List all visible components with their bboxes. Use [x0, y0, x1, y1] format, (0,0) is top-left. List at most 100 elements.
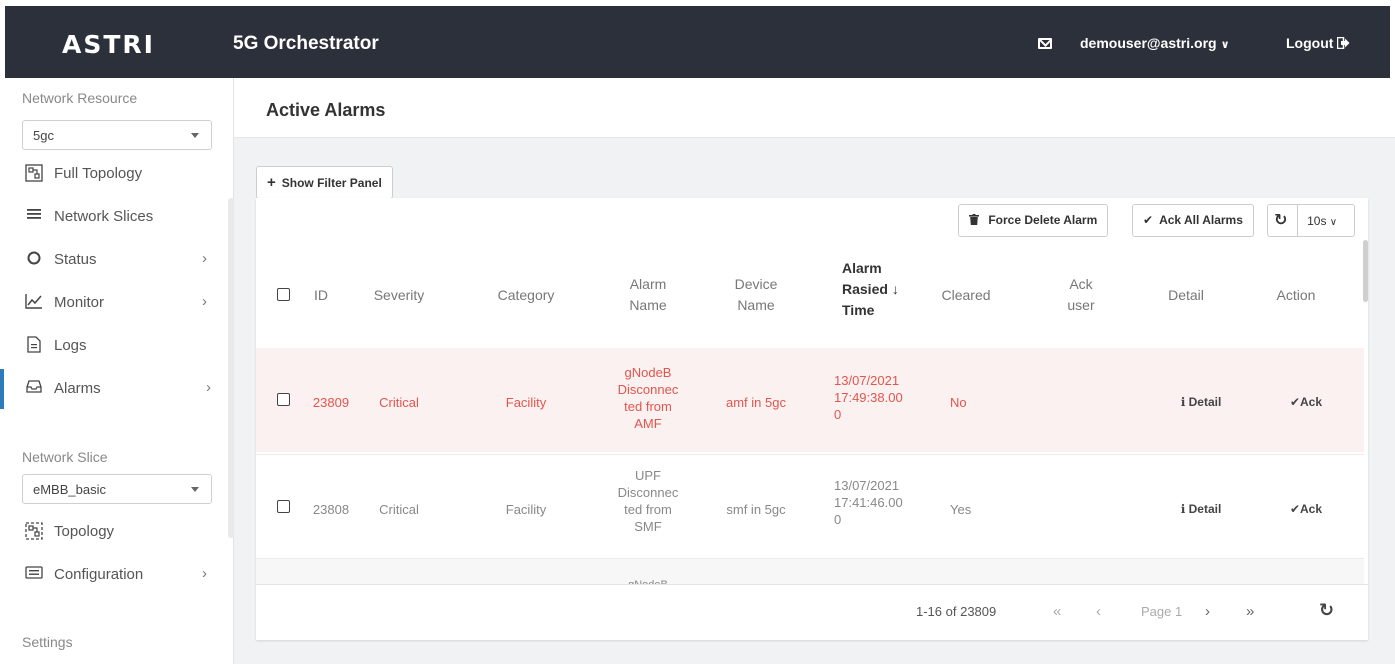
row-checkbox[interactable]	[277, 393, 290, 406]
sort-down-icon: ↓	[891, 281, 899, 297]
sidebar-item-alarms[interactable]: Alarms ›	[0, 369, 225, 409]
document-icon	[24, 336, 44, 356]
detail-button[interactable]: ℹ Detail	[1171, 501, 1231, 518]
chevron-right-icon: ›	[202, 293, 207, 310]
sidebar-item-configuration[interactable]: Configuration ›	[0, 555, 225, 595]
astri-logo[interactable]: ASTRI	[62, 30, 155, 59]
top-header: ASTRI 5G Orchestrator demouser@astri.org…	[5, 6, 1390, 78]
header-device-name[interactable]: Device Name	[716, 274, 796, 316]
table-row[interactable]: 23808 Critical Facility UPF Disconnec te…	[256, 454, 1364, 558]
cell-id[interactable]: 23809	[306, 394, 356, 411]
settings-label[interactable]: Settings	[22, 634, 73, 650]
sidebar-item-network-slices[interactable]: Network Slices	[0, 197, 225, 237]
info-icon: ℹ	[1180, 502, 1186, 516]
pagination-bar: 1-16 of 23809 « ‹ Page 1 › » ↻	[256, 584, 1368, 640]
select-all-checkbox[interactable]	[277, 288, 290, 301]
cell-raised-time: 13/07/2021 17:41:46.00 0	[834, 477, 914, 528]
header-severity[interactable]: Severity	[364, 285, 434, 306]
plus-icon: +	[267, 174, 276, 191]
ack-all-alarms-button[interactable]: ✔ Ack All Alarms	[1132, 204, 1254, 237]
ack-button[interactable]: ✔Ack	[1281, 501, 1331, 518]
last-page-icon[interactable]: »	[1246, 603, 1254, 620]
header-category[interactable]: Category	[486, 285, 566, 306]
table-scrollbar[interactable]	[1363, 240, 1368, 302]
circle-icon	[24, 250, 44, 270]
chevron-right-icon: ›	[206, 379, 211, 396]
check-icon: ✔	[1289, 502, 1301, 516]
app-title: 5G Orchestrator	[233, 33, 379, 54]
cell-line: 17:41:46.00	[834, 495, 903, 510]
header-id[interactable]: ID	[306, 285, 336, 306]
network-resource-label: Network Resource	[22, 90, 138, 106]
cell-id[interactable]: 23808	[306, 501, 356, 518]
header-text: Device	[734, 276, 778, 292]
pagination-range: 1-16 of 23809	[916, 604, 997, 619]
cell-line: 0	[834, 512, 842, 527]
refresh-interval-value: 10s	[1307, 214, 1327, 228]
cell-line: 0	[834, 407, 842, 422]
caret-down-icon	[191, 133, 199, 138]
cell-line: SMF	[634, 519, 662, 534]
header-text: user	[1067, 297, 1095, 313]
refresh-interval-control[interactable]: ↻ 10s ∨	[1267, 204, 1355, 237]
sidebar-item-topology[interactable]: Topology	[0, 512, 225, 552]
sidebar-item-label: Status	[54, 251, 97, 268]
detail-button[interactable]: ℹ Detail	[1171, 394, 1231, 411]
first-page-icon[interactable]: «	[1053, 603, 1061, 620]
header-action: Action	[1276, 287, 1316, 303]
row-checkbox[interactable]	[277, 500, 290, 513]
sidebar-item-label: Monitor	[54, 294, 105, 311]
user-menu[interactable]: demouser@astri.org ∨	[1080, 35, 1230, 51]
refresh-icon[interactable]: ↻	[1274, 212, 1287, 229]
table-row[interactable]: 23809 Critical Facility gNodeB Disconnec…	[256, 348, 1364, 452]
header-text: Name	[737, 297, 775, 313]
sidebar-item-label: Alarms	[54, 380, 101, 397]
caret-down-icon	[191, 487, 199, 492]
force-delete-alarm-button[interactable]: Force Delete Alarm	[958, 204, 1109, 237]
page-title: Active Alarms	[266, 100, 386, 120]
sidebar-item-logs[interactable]: Logs	[0, 326, 225, 366]
next-page-icon[interactable]: ›	[1205, 603, 1210, 620]
cell-cleared: No	[950, 395, 967, 410]
ack-button[interactable]: ✔Ack	[1281, 394, 1331, 411]
topology-icon	[24, 164, 44, 184]
show-filter-panel-button[interactable]: + Show Filter Panel	[256, 166, 393, 199]
cell-category: Facility	[505, 395, 547, 410]
force-delete-label: Force Delete Alarm	[988, 213, 1098, 227]
cell-device-name: amf in 5gc	[726, 395, 786, 410]
logout-label: Logout	[1286, 35, 1334, 51]
cell-line: gNodeB	[624, 365, 672, 380]
check-icon: ✔	[1289, 395, 1301, 409]
cell-cleared: Yes	[950, 502, 972, 517]
sidebar-item-full-topology[interactable]: Full Topology	[0, 154, 225, 194]
mail-icon[interactable]	[1038, 38, 1052, 49]
cell-line: 13/07/2021	[834, 373, 900, 388]
sidebar-item-label: Network Slices	[54, 208, 154, 225]
trash-icon	[969, 213, 982, 227]
sidebar-item-status[interactable]: Status ›	[0, 240, 225, 280]
network-slice-value: eMBB_basic	[33, 482, 106, 497]
logout-icon	[1337, 35, 1350, 51]
header-alarm-raised-time[interactable]: Alarm Rasied ↓ Time	[822, 258, 914, 321]
header-ack-user[interactable]: Ack user	[1056, 274, 1106, 316]
logout-button[interactable]: Logout	[1286, 35, 1350, 51]
sidebar-item-label: Configuration	[54, 566, 144, 583]
alarm-icon	[24, 379, 44, 399]
header-text: Ack	[1069, 276, 1093, 292]
network-resource-select[interactable]: 5gc	[22, 120, 212, 150]
sidebar-item-monitor[interactable]: Monitor ›	[0, 283, 225, 323]
sidebar: Network Resource 5gc Full Topology Netwo…	[0, 78, 234, 664]
header-cleared[interactable]: Cleared	[931, 285, 1001, 306]
refresh-icon[interactable]: ↻	[1319, 600, 1334, 621]
cell-line: UPF	[635, 468, 661, 483]
ack-label: Ack	[1300, 502, 1323, 516]
header-text: Name	[629, 297, 667, 313]
header-sort-line: Rasied ↓	[822, 279, 914, 300]
header-alarm-name[interactable]: Alarm Name	[608, 274, 688, 316]
network-slice-label: Network Slice	[22, 449, 108, 465]
chevron-right-icon: ›	[202, 250, 207, 267]
prev-page-icon[interactable]: ‹	[1096, 603, 1101, 620]
network-slice-select[interactable]: eMBB_basic	[22, 474, 212, 504]
detail-label: Detail	[1188, 502, 1222, 516]
ack-all-label: Ack All Alarms	[1159, 213, 1243, 227]
